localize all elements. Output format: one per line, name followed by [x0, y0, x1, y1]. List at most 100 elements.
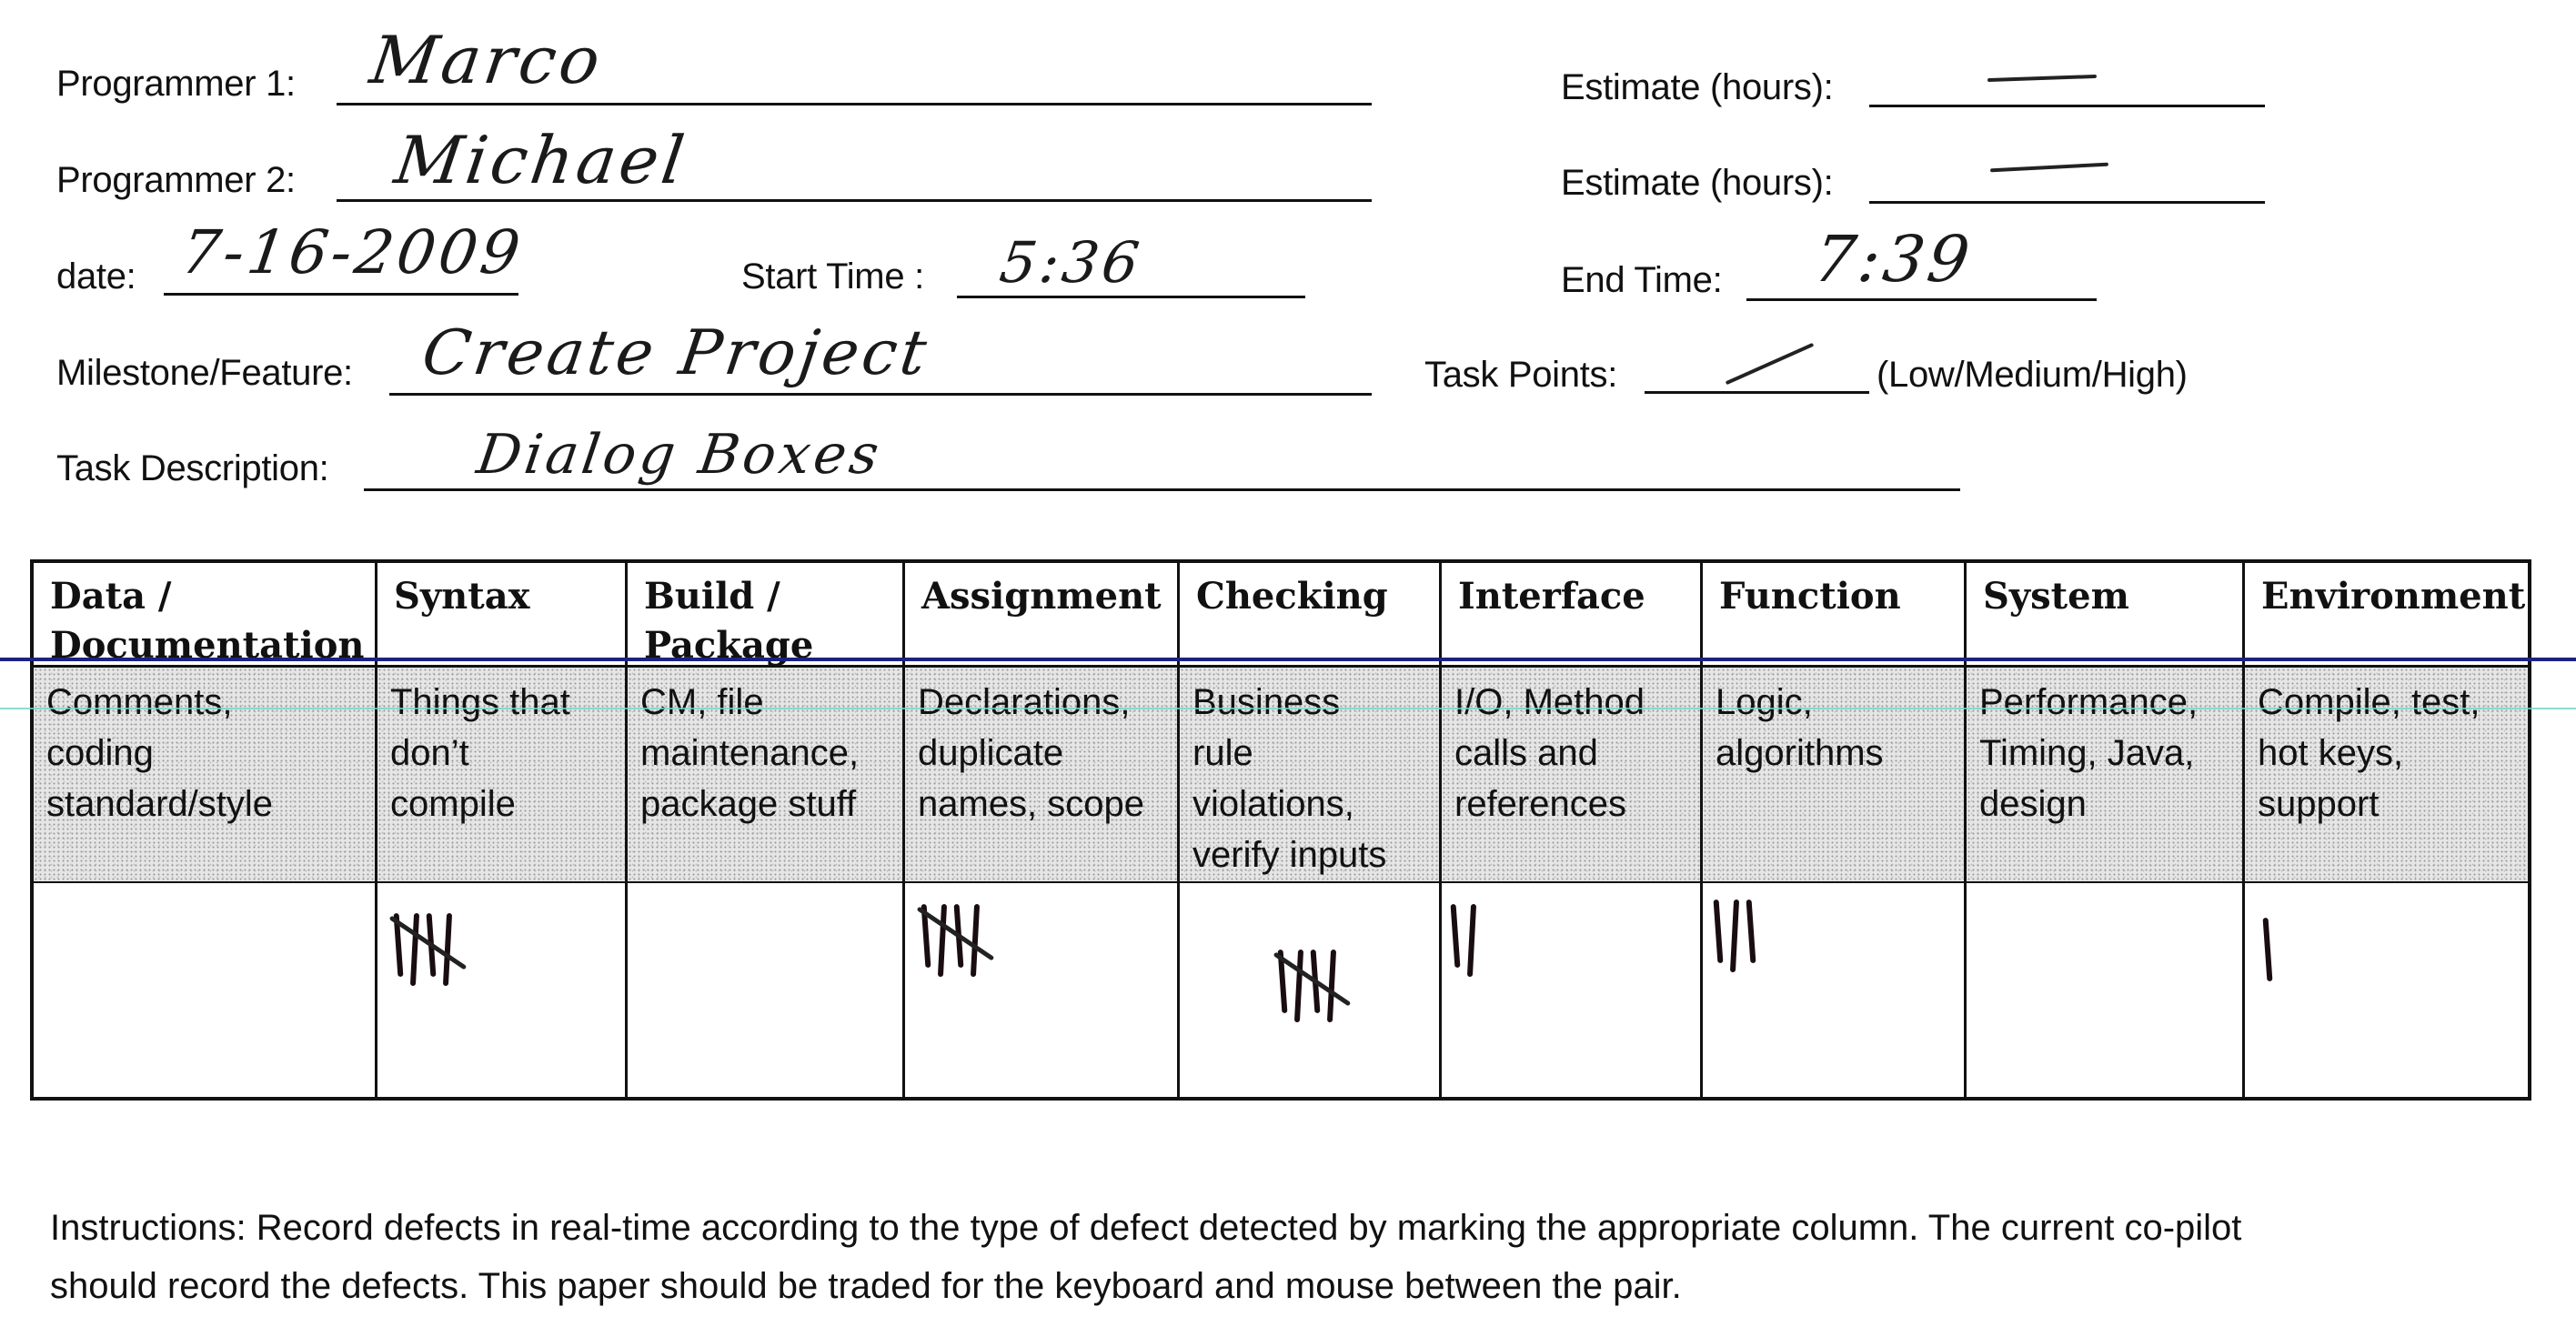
tally-cell[interactable] [377, 881, 625, 1097]
defect-column: Function Logic, algorithms [1700, 563, 1964, 1097]
task-points-options-hint: (Low/Medium/High) [1877, 355, 2188, 395]
column-description: Business rule violations, verify inputs [1180, 668, 1439, 881]
column-header-line: Data / [50, 575, 172, 618]
instructions: Instructions: Record defects in real-tim… [50, 1199, 2506, 1315]
column-description-line: verify inputs [1192, 835, 1387, 875]
task-points-field-line[interactable] [1645, 391, 1869, 394]
tally-stroke [937, 903, 948, 978]
column-description: Declarations, duplicate names, scope [905, 668, 1177, 881]
tally-stroke [409, 912, 420, 987]
tally-stroke [1466, 903, 1477, 978]
column-description: Logic, algorithms [1703, 668, 1964, 881]
column-header: System [1967, 563, 2242, 668]
end-time-value[interactable]: 7:39 [1809, 222, 1977, 297]
tally-cell[interactable] [1703, 881, 1964, 1097]
end-time-field-line [1746, 298, 2097, 301]
defect-column: Syntax Things that don’t compile [375, 563, 625, 1097]
tally-marks [388, 912, 468, 987]
column-description-line: rule [1192, 733, 1253, 773]
tally-marks [1450, 903, 1485, 978]
column-description: Performance, Timing, Java, design [1967, 668, 2242, 881]
defect-column: Interface I/O, Method calls and references [1439, 563, 1700, 1097]
column-description-line: Things that [390, 682, 570, 722]
estimate2-dash-mark [1989, 162, 2109, 173]
task-description-value[interactable]: Dialog Boxes [473, 423, 886, 487]
tally-cell[interactable] [628, 881, 902, 1097]
milestone-label: Milestone/Feature: [56, 353, 353, 393]
programmer2-label: Programmer 2: [56, 160, 296, 200]
scan-artifact-blue-line [0, 658, 2576, 661]
tally-stroke [1746, 899, 1756, 964]
tally-cell[interactable] [34, 881, 375, 1097]
column-description-line: maintenance, [640, 733, 860, 773]
column-description-line: design [1979, 784, 2087, 824]
column-header: Syntax [377, 563, 625, 668]
column-header: Assignment [905, 563, 1177, 668]
programmer2-value[interactable]: Michael [390, 122, 692, 198]
defect-column: Checking Business rule violations, verify in… [1177, 563, 1439, 1097]
column-description-line: Declarations, [918, 682, 1131, 722]
tally-cell[interactable] [1967, 881, 2242, 1097]
column-description-line: coding [46, 733, 154, 773]
defect-column: Data / Documentation Comments, coding standa… [34, 563, 375, 1097]
column-description-line: references [1454, 784, 1626, 824]
start-time-value[interactable]: 5:36 [996, 229, 1146, 296]
column-description-line: Compile, test, [2258, 682, 2480, 722]
defect-column: Build / Package CM, file maintenance, packag… [625, 563, 902, 1097]
date-value[interactable]: 7-16-2009 [177, 217, 528, 287]
task-description-label: Task Description: [56, 448, 329, 488]
column-description-line: Business [1192, 682, 1341, 722]
column-header-line: Assignment [921, 575, 1162, 618]
column-description-line: compile [390, 784, 516, 824]
column-description-line: don’t [390, 733, 469, 773]
milestone-value[interactable]: Create Project [418, 317, 935, 389]
tally-stroke [1729, 899, 1740, 973]
column-description-line: package stuff [640, 784, 857, 824]
column-description: Things that don’t compile [377, 668, 625, 881]
estimate2-field-line[interactable] [1869, 201, 2265, 204]
estimate1-field-line[interactable] [1869, 105, 2265, 107]
column-description-line: hot keys, [2258, 733, 2404, 773]
column-header: Data / Documentation [34, 563, 375, 668]
column-header-line: Documentation [50, 624, 365, 667]
column-description-line: Logic, [1716, 682, 1813, 722]
column-description-line: Performance, [1979, 682, 2199, 722]
column-header-line: Environment [2261, 575, 2526, 618]
programmer1-label: Programmer 1: [56, 64, 296, 104]
tally-marks [1273, 949, 1352, 1023]
tally-cell[interactable] [1442, 881, 1700, 1097]
column-description-line: duplicate [918, 733, 1064, 773]
programmer2-field-line [337, 199, 1372, 202]
column-description: Comments, coding standard/style [34, 668, 375, 881]
column-description-line: I/O, Method [1454, 682, 1645, 722]
date-label: date: [56, 256, 136, 297]
estimate2-label: Estimate (hours): [1561, 163, 1834, 203]
task-points-label: Task Points: [1424, 355, 1618, 395]
tally-cell[interactable] [2245, 881, 2528, 1097]
instructions-line-2: should record the defects. This paper sh… [50, 1266, 1682, 1306]
tally-marks [916, 903, 995, 978]
programmer1-value[interactable]: Marco [366, 22, 609, 98]
column-header: Build / Package [628, 563, 902, 668]
column-description-line: names, scope [918, 784, 1145, 824]
column-description-line: support [2258, 784, 2380, 824]
column-description-line: violations, [1192, 784, 1354, 824]
tally-cell[interactable] [905, 881, 1177, 1097]
task-description-field-line [364, 488, 1960, 491]
column-description-line: CM, file [640, 682, 764, 722]
instructions-line-1: Instructions: Record defects in real-tim… [50, 1208, 2242, 1248]
defect-column: Environment Compile, test, hot keys, suppor… [2242, 563, 2528, 1097]
tally-cell[interactable] [1180, 881, 1439, 1097]
column-description-line: standard/style [46, 784, 274, 824]
defect-table: Data / Documentation Comments, coding standa… [30, 559, 2531, 1101]
start-time-field-line [957, 296, 1305, 298]
column-header-line: Checking [1196, 575, 1388, 618]
tally-stroke [442, 912, 453, 987]
estimate1-dash-mark [1987, 74, 2098, 83]
column-header: Interface [1442, 563, 1700, 668]
tally-stroke [1450, 903, 1461, 969]
column-description: CM, file maintenance, package stuff [628, 668, 902, 881]
date-field-line [164, 293, 518, 296]
defect-column: Assignment Declarations, duplicate names, s… [902, 563, 1177, 1097]
tally-stroke [1326, 949, 1337, 1023]
